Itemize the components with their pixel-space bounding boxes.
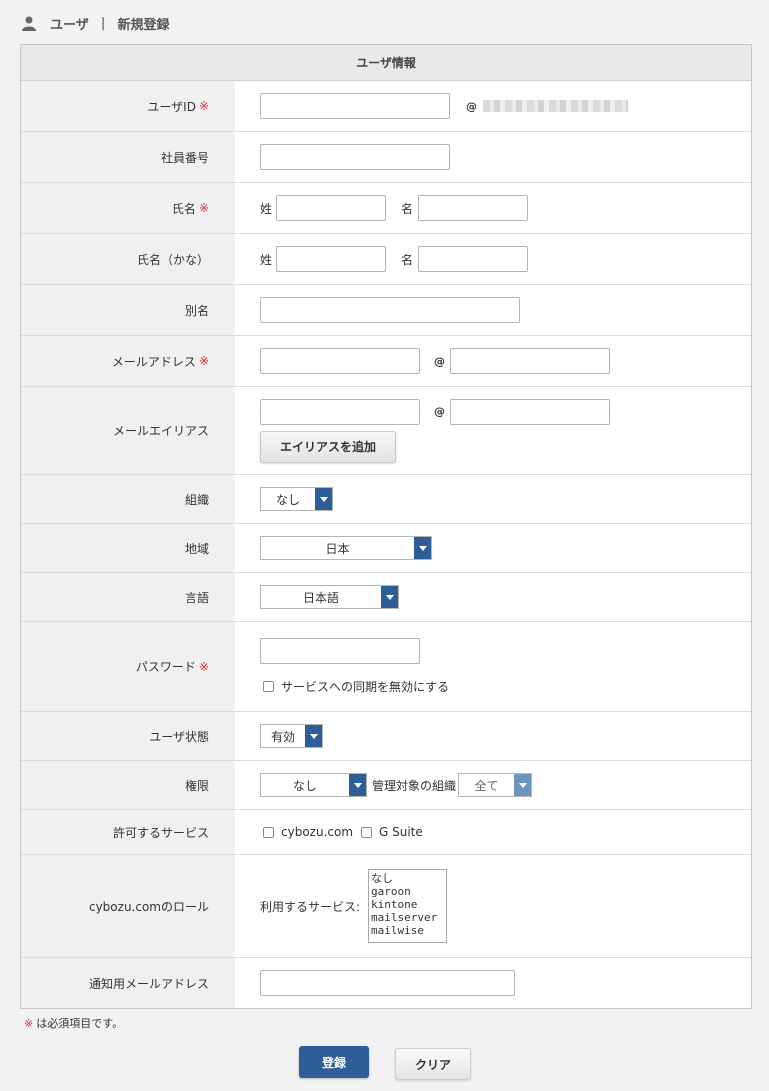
last-name-input[interactable] [276,195,387,221]
label-alias: 別名 [21,285,235,335]
service-cybozu-label: cybozu.com [281,825,354,839]
at-sign: @ [434,405,445,418]
chevron-down-icon [305,725,322,747]
user-form: ユーザ情報 ユーザID ※ @ 社員番号 氏名 ※ 姓 名 氏名（かな） 姓 名… [20,44,752,1009]
chevron-down-icon [315,488,332,510]
sync-disable-label: サービスへの同期を無効にする [281,680,450,694]
row-organization: 組織 なし [21,475,751,524]
listbox-option[interactable]: garoon [371,885,444,898]
required-mark: ※ [24,1017,34,1030]
add-alias-button[interactable]: エイリアスを追加 [260,430,396,463]
row-language: 言語 日本語 [21,573,751,622]
listbox-option[interactable]: kintone [371,898,444,911]
last-name-kana-input[interactable] [276,246,387,272]
managed-org-select[interactable]: 全て [458,773,533,797]
password-input[interactable] [260,638,420,664]
at-sign: @ [434,354,445,368]
first-name-label: 名 [401,201,414,216]
blurred-domain [483,100,628,112]
service-gsuite-checkbox[interactable] [361,826,373,838]
breadcrumb-section: ユーザ [50,17,89,33]
email-local-input[interactable] [260,348,420,374]
user-icon [22,16,36,31]
language-select[interactable]: 日本語 [260,585,399,609]
sync-disable-checkbox[interactable] [263,681,274,692]
row-email-alias: メールエイリアス @ エイリアスを追加 [21,387,751,475]
label-name: 氏名 ※ [21,183,235,233]
last-name-kana-label: 姓 [260,252,273,267]
chevron-down-icon [414,537,431,559]
alias-input[interactable] [260,297,520,323]
label-password: パスワード ※ [21,622,235,711]
service-gsuite-label: G Suite [379,825,423,839]
email-domain-input[interactable] [450,348,610,374]
listbox-option[interactable]: なし [371,872,444,885]
clear-button[interactable]: クリア [395,1048,471,1080]
required-mark: ※ [198,99,209,113]
row-employee-number: 社員番号 [21,132,751,183]
user-status-select[interactable]: 有効 [260,724,323,748]
service-cybozu-checkbox[interactable] [263,826,274,838]
label-language: 言語 [21,573,235,621]
at-sign: @ [466,99,477,113]
managed-org-label: 管理対象の組織 [372,778,457,793]
row-allowed-services: 許可するサービス cybozu.com G Suite [21,810,751,855]
page-header: ユーザ | 新規登録 [22,14,170,33]
label-allowed-services: 許可するサービス [21,810,235,854]
chevron-down-icon [381,586,398,608]
employee-number-input[interactable] [260,144,450,170]
row-user-id: ユーザID ※ @ [21,81,751,132]
permission-select[interactable]: なし [260,773,367,797]
row-name: 氏名 ※ 姓 名 [21,183,751,234]
last-name-label: 姓 [260,201,273,216]
row-region: 地域 日本 [21,524,751,573]
listbox-option[interactable]: mailwise [371,924,444,937]
label-user-status: ユーザ状態 [21,712,235,760]
first-name-input[interactable] [418,195,529,221]
label-permission: 権限 [21,761,235,809]
required-mark: ※ [198,201,209,215]
notify-email-input[interactable] [260,970,515,996]
label-organization: 組織 [21,475,235,523]
label-name-kana: 氏名（かな） [21,234,235,284]
first-name-kana-label: 名 [401,252,414,267]
services-label: 利用するサービス: [260,899,361,914]
required-mark: ※ [198,354,209,368]
row-name-kana: 氏名（かな） 姓 名 [21,234,751,285]
row-email: メールアドレス ※ @ [21,336,751,387]
row-user-status: ユーザ状態 有効 [21,712,751,761]
label-region: 地域 [21,524,235,572]
page-title: 新規登録 [117,17,170,33]
row-password: パスワード ※ サービスへの同期を無効にする [21,622,751,712]
register-button[interactable]: 登録 [299,1046,369,1078]
form-title: ユーザ情報 [21,45,751,81]
row-notify-email: 通知用メールアドレス [21,958,751,1008]
chevron-down-icon [514,774,532,796]
label-email-alias: メールエイリアス [21,387,235,474]
label-employee-number: 社員番号 [21,132,235,182]
user-id-input[interactable] [260,93,450,119]
breadcrumb-separator: | [100,15,106,31]
email-alias-domain-input[interactable] [450,398,610,425]
services-listbox[interactable]: なし garoon kintone mailserver mailwise [368,869,448,943]
first-name-kana-input[interactable] [418,246,529,272]
email-alias-local-input[interactable] [260,398,420,425]
label-user-id: ユーザID ※ [21,81,235,131]
listbox-option[interactable]: mailserver [371,911,444,924]
row-cybozu-role: cybozu.comのロール 利用するサービス: なし garoon kinto… [21,855,751,958]
row-alias: 別名 [21,285,751,336]
label-cybozu-role: cybozu.comのロール [21,855,235,957]
chevron-down-icon [349,774,366,796]
region-select[interactable]: 日本 [260,536,432,560]
required-mark: ※ [198,659,209,674]
label-notify-email: 通知用メールアドレス [21,958,235,1008]
organization-select[interactable]: なし [260,487,333,511]
row-permission: 権限 なし 管理対象の組織 全て [21,761,751,810]
required-footnote: ※ は必須項目です。 [24,1017,124,1030]
label-email: メールアドレス ※ [21,336,235,386]
